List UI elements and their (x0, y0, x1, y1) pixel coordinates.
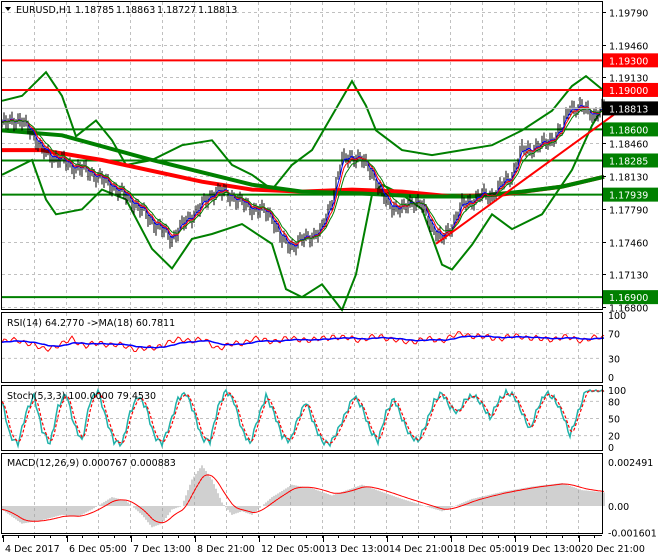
price-tick-label: 1.19130 (609, 74, 648, 85)
open-value: 1.18785 (75, 5, 114, 16)
high-value: 1.18863 (116, 5, 155, 16)
level-price-label: 1.18600 (609, 125, 648, 136)
stoch-tick-label: 20 (608, 432, 620, 443)
low-value: 1.18727 (157, 5, 196, 16)
time-tick-label: 19 Dec 13:00 (517, 544, 581, 555)
stoch-label: Stoch(5,3,3) 100.0000 79.4530 (7, 391, 156, 402)
macd-tick-label: 0.002491 (608, 458, 653, 469)
price-tick-label: 1.17130 (609, 271, 648, 282)
chart-header: EURUSD,H1 1.18785 1.18863 1.18727 1.1881… (5, 5, 237, 16)
level-price-label: 1.17939 (609, 191, 648, 202)
time-tick-label: 7 Dec 13:00 (133, 544, 191, 555)
time-tick-label: 13 Dec 13:00 (325, 544, 389, 555)
rsi-tick-label: 70 (608, 330, 620, 341)
macd-tick-label: -0.001601 (608, 528, 657, 539)
level-price-label: 1.16900 (609, 293, 648, 304)
level-price-label: 1.19300 (609, 56, 648, 67)
macd-tick-label: 0.00 (608, 502, 629, 513)
time-tick-label: 8 Dec 21:00 (197, 544, 255, 555)
rsi-tick-label: 100 (608, 311, 626, 322)
price-tick-label: 1.19460 (609, 42, 648, 53)
time-tick-label: 4 Dec 2017 (5, 544, 60, 555)
time-tick-label: 18 Dec 05:00 (453, 544, 517, 555)
price-tick-label: 1.18460 (609, 140, 648, 151)
rsi-label: RSI(14) 64.2770 ->MA(18) 60.7811 (7, 318, 175, 329)
time-tick-label: 12 Dec 05:00 (261, 544, 325, 555)
rsi-tick-label: 30 (608, 354, 620, 365)
symbol-timeframe: EURUSD,H1 (16, 5, 72, 16)
stoch-tick-label: 50 (608, 415, 620, 426)
stoch-tick-label: 100 (608, 386, 626, 397)
stoch-tick-label: 80 (608, 397, 620, 408)
price-tick-label: 1.19790 (609, 9, 648, 20)
price-tick-label: 1.17790 (609, 206, 648, 217)
price-tick-label: 1.18130 (609, 173, 648, 184)
close-value: 1.18813 (198, 5, 237, 16)
macd-label: MACD(12,26,9) 0.000767 0.000883 (7, 458, 176, 469)
chart-window: 1.19790 1.19460 1.19130 1.18460 1.18130 1.177… (0, 0, 660, 560)
level-price-label: 1.18285 (609, 156, 648, 167)
time-tick-label: 6 Dec 05:00 (69, 544, 127, 555)
price-tick-label: 1.17460 (609, 239, 648, 250)
level-price-label: 1.19000 (609, 86, 648, 97)
stoch-tick-label: 0 (608, 443, 614, 454)
current-price-label: 1.18813 (609, 104, 648, 115)
time-tick-label: 14 Dec 21:00 (389, 544, 453, 555)
rsi-tick-label: 0 (608, 373, 614, 384)
time-tick-label: 20 Dec 21:00 (581, 544, 645, 555)
